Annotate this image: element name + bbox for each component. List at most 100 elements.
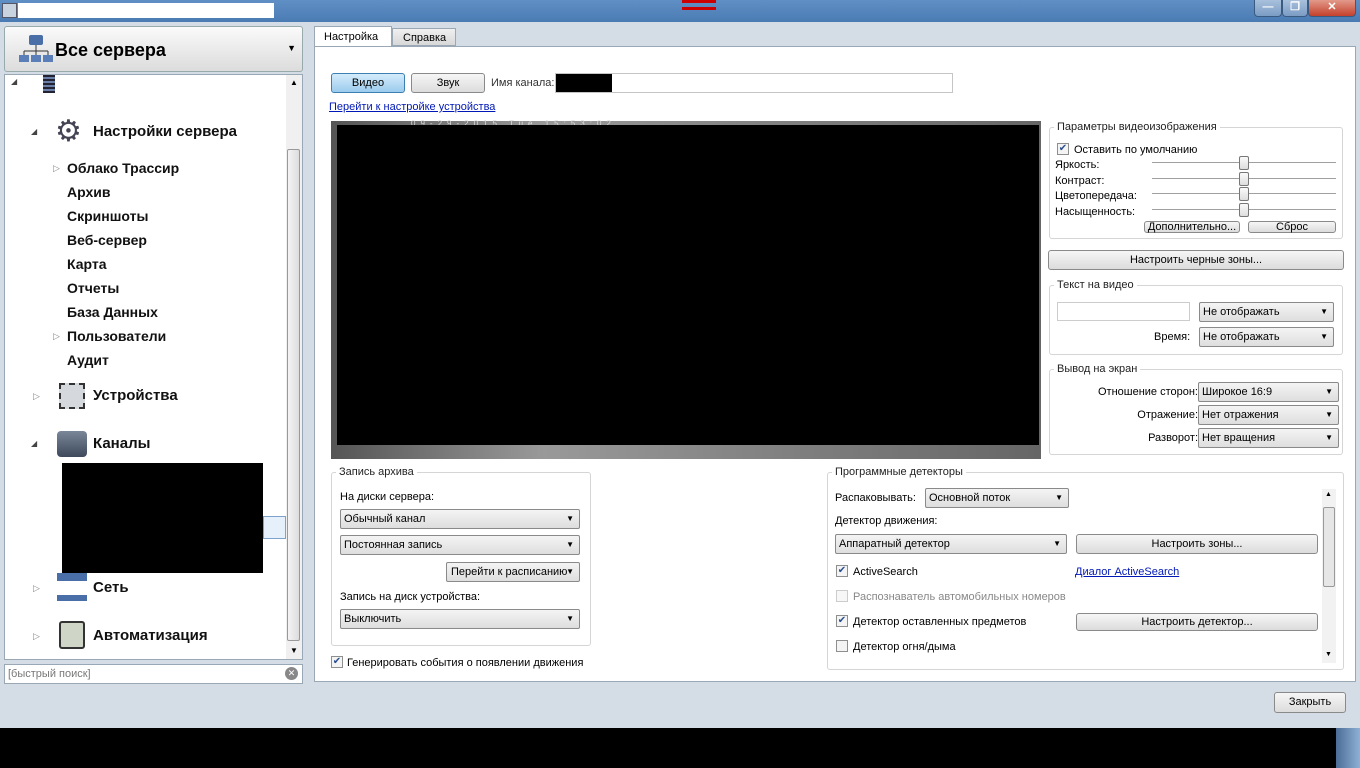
clear-search-icon[interactable]: ✕ [285, 667, 298, 680]
display-title: Вывод на экран [1054, 363, 1141, 375]
scroll-thumb[interactable] [287, 149, 300, 641]
scroll-down-icon[interactable]: ▼ [290, 646, 298, 655]
redacted-channel-name [556, 74, 612, 92]
selected-channel[interactable] [263, 516, 286, 539]
server-tree: ◢ ◢ ⚙ Настройки сервера ▷ Облако Трассир… [4, 74, 303, 660]
expand-arrow-icon[interactable]: ◢ [31, 439, 37, 448]
activesearch-dialog-link[interactable]: Диалог ActiveSearch [1075, 566, 1179, 578]
tree-item-audit[interactable]: Аудит [67, 352, 109, 368]
fire-smoke-checkbox[interactable] [836, 640, 848, 652]
tree-item-database[interactable]: База Данных [67, 304, 158, 320]
saturation-slider[interactable] [1152, 203, 1336, 218]
close-button[interactable]: Закрыть [1274, 692, 1346, 713]
motion-detector-label: Детектор движения: [835, 515, 938, 527]
rotate-select[interactable]: Нет вращения [1198, 428, 1339, 448]
video-button[interactable]: Видео [331, 73, 405, 93]
channel-name-input[interactable] [555, 73, 953, 93]
close-window-button[interactable]: ✕ [1308, 0, 1356, 17]
expand-arrow-icon[interactable]: ▷ [53, 163, 60, 174]
quick-search-input[interactable]: [быстрый поиск] ✕ [4, 664, 303, 684]
default-checkbox[interactable]: ✔ [1057, 143, 1069, 155]
display-group: Вывод на экран Отношение сторон: Широкое… [1049, 363, 1343, 455]
abandoned-objects-checkbox[interactable]: ✔ [836, 615, 848, 627]
tree-item-archive[interactable]: Архив [67, 184, 110, 200]
hue-slider[interactable] [1152, 187, 1336, 202]
expand-arrow-icon[interactable]: ◢ [31, 127, 37, 136]
aspect-label: Отношение сторон: [1097, 386, 1198, 398]
channel-name-label: Имя канала: [491, 77, 555, 89]
motion-detector-select[interactable]: Аппаратный детектор [835, 534, 1067, 554]
title-bar: — ❐ ✕ [0, 0, 1360, 22]
detectors-scrollbar[interactable]: ▲ ▼ [1322, 489, 1336, 663]
server-selector[interactable]: Все сервера ▼ [4, 26, 303, 72]
slider-thumb[interactable] [1239, 156, 1249, 170]
black-zones-button[interactable]: Настроить черные зоны... [1048, 250, 1344, 270]
tree-item-network[interactable]: Сеть [93, 579, 129, 596]
tab-help[interactable]: Справка [392, 28, 456, 46]
advanced-button[interactable]: Дополнительно... [1144, 221, 1240, 233]
device-record-select[interactable]: Выключить [340, 609, 580, 629]
expand-arrow-icon[interactable]: ▷ [33, 391, 40, 402]
text-on-video-group: Текст на видео Не отображать Время: Не о… [1049, 279, 1343, 355]
tree-item-map[interactable]: Карта [67, 256, 107, 272]
server-disks-label: На диски сервера: [340, 491, 435, 503]
chip-icon [59, 383, 85, 409]
tree-item-channels[interactable]: Каналы [93, 435, 150, 452]
expand-arrow-icon[interactable]: ▷ [53, 331, 60, 342]
lpr-checkbox[interactable] [836, 590, 848, 602]
record-mode-select[interactable]: Постоянная запись [340, 535, 580, 555]
redacted-video [337, 125, 1039, 445]
brightness-slider[interactable] [1152, 156, 1336, 170]
detectors-title: Программные детекторы [832, 466, 966, 478]
abandoned-objects-label: Детектор оставленных предметов [853, 616, 1027, 628]
contrast-slider[interactable] [1152, 171, 1336, 186]
tree-item-web-server[interactable]: Веб-сервер [67, 232, 147, 248]
time-label: Время: [1154, 331, 1191, 343]
redacted-channels [62, 463, 263, 573]
text-display-select[interactable]: Не отображать [1199, 302, 1334, 322]
tree-item-cloud[interactable]: Облако Трассир [67, 160, 179, 176]
tree-item-users[interactable]: Пользователи [67, 328, 166, 344]
schedule-button[interactable]: Перейти к расписанию [446, 562, 580, 582]
scroll-down-icon[interactable]: ▼ [1325, 651, 1332, 658]
device-settings-link[interactable]: Перейти к настройке устройства [329, 101, 495, 113]
unpack-select[interactable]: Основной поток [925, 488, 1069, 508]
slider-thumb[interactable] [1239, 171, 1249, 186]
activesearch-checkbox[interactable]: ✔ [836, 565, 848, 577]
scroll-up-icon[interactable]: ▲ [1325, 491, 1332, 498]
scroll-thumb[interactable] [1323, 507, 1335, 587]
configure-zones-button[interactable]: Настроить зоны... [1076, 534, 1318, 554]
tree-item-automation[interactable]: Автоматизация [93, 627, 208, 644]
text-on-video-title: Текст на видео [1054, 279, 1137, 291]
tree-item-reports[interactable]: Отчеты [67, 280, 119, 296]
sound-button[interactable]: Звук [411, 73, 485, 93]
tree-item-server-settings[interactable]: Настройки сервера [93, 123, 237, 140]
camera-icon [57, 431, 87, 457]
slider-thumb[interactable] [1239, 203, 1249, 218]
tab-settings[interactable]: Настройка [314, 26, 392, 47]
aspect-select[interactable]: Широкое 16:9 [1198, 382, 1339, 402]
taskbar-show-desktop[interactable] [1336, 728, 1360, 768]
slider-thumb[interactable] [1239, 187, 1249, 202]
tab-settings-label: Настройка [324, 31, 379, 43]
tree-item-devices[interactable]: Устройства [93, 387, 178, 404]
scroll-up-icon[interactable]: ▲ [290, 78, 298, 87]
overlay-text-input[interactable] [1057, 302, 1190, 321]
tab-help-label: Справка [403, 32, 447, 44]
tree-item-screenshots[interactable]: Скриншоты [67, 208, 148, 224]
expand-arrow-icon[interactable]: ▷ [33, 583, 40, 594]
configure-detector-button[interactable]: Настроить детектор... [1076, 613, 1318, 631]
tree-scrollbar[interactable]: ▲ ▼ [286, 75, 302, 659]
app-icon [2, 3, 17, 18]
robot-icon [59, 621, 85, 649]
minimize-button[interactable]: — [1254, 0, 1282, 17]
reset-button[interactable]: Сброс [1248, 221, 1336, 233]
motion-events-checkbox[interactable]: ✔ [331, 656, 343, 668]
channel-type-select[interactable]: Обычный канал [340, 509, 580, 529]
maximize-button[interactable]: ❐ [1282, 0, 1308, 17]
time-display-select[interactable]: Не отображать [1199, 327, 1334, 347]
expand-arrow-icon[interactable]: ◢ [11, 77, 17, 86]
mirror-select[interactable]: Нет отражения [1198, 405, 1339, 425]
expand-arrow-icon[interactable]: ▷ [33, 631, 40, 642]
archive-group: Запись архива На диски сервера: Обычный … [331, 466, 591, 646]
